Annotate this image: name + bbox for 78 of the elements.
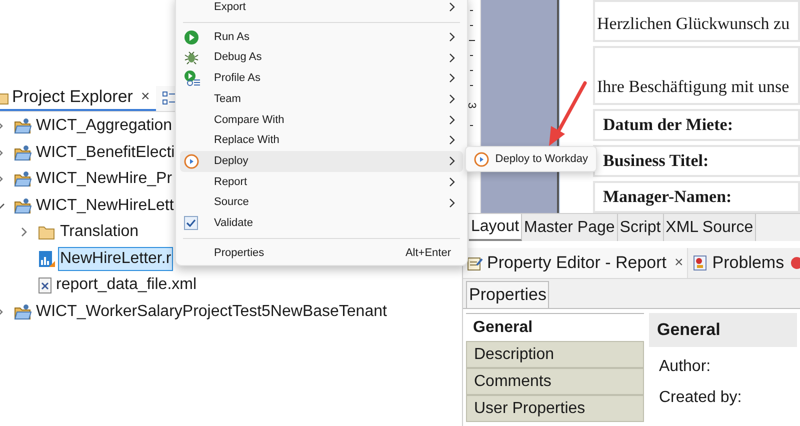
report-text: Ihre Beschäftigung mit unse — [597, 76, 790, 98]
menu-item[interactable]: Compare With — [180, 109, 463, 130]
tab-label: Problems — [712, 252, 784, 274]
menu-item[interactable]: Replace With — [180, 130, 463, 151]
tree-item[interactable]: WICT_NewHire_Pr — [34, 167, 174, 192]
editor-icon — [467, 256, 483, 270]
tab-label: Property Editor - Report — [487, 252, 667, 274]
editor-tab[interactable]: XML Source — [664, 214, 756, 241]
menu-item-label: Replace With — [214, 133, 280, 148]
editor-tab[interactable]: Script — [618, 214, 664, 241]
menu-item-label: Validate — [214, 216, 254, 231]
problems-icon — [692, 255, 708, 271]
field-label: Author: — [659, 357, 712, 377]
shortcut-label: Alt+Enter — [405, 246, 451, 261]
menu-item-label: Source — [214, 195, 250, 210]
close-button[interactable]: × — [674, 252, 684, 274]
folder-icon — [38, 224, 56, 240]
project-folder-icon — [14, 171, 32, 188]
editor-tab[interactable]: Master Page — [522, 214, 618, 241]
editor-tab[interactable]: Layout — [469, 214, 522, 241]
deploy-icon — [474, 152, 489, 166]
menu-item-label: Run As — [214, 30, 250, 45]
xml-file-icon — [38, 276, 52, 294]
menu-item-label: Deploy to Workday — [495, 152, 588, 167]
tree-item[interactable]: report_data_file.xml — [54, 273, 199, 298]
checkbox-icon — [184, 216, 198, 230]
category-item[interactable]: Description — [466, 341, 644, 368]
collapsed-chevron-icon[interactable] — [19, 227, 29, 238]
menu-item[interactable]: Debug As — [180, 47, 463, 68]
bug-icon — [184, 50, 199, 66]
project-folder-icon — [14, 198, 32, 214]
menu-item-label: Properties — [214, 246, 266, 261]
tree-item[interactable]: NewHireLetter.r — [58, 246, 174, 271]
menu-item-label: Export — [214, 0, 247, 16]
menu-item[interactable]: Run As — [180, 26, 463, 48]
menu-item[interactable]: Validate — [180, 212, 463, 234]
menu-item[interactable]: Deploy to Workday — [468, 149, 594, 169]
menu-item[interactable]: Team — [180, 88, 463, 110]
tree-item[interactable]: WICT_WorkerSalaryProjectTest5NewBaseTenant — [34, 300, 389, 324]
deploy-icon — [184, 154, 199, 169]
tree-item[interactable]: Translation — [58, 220, 141, 244]
menu-item[interactable]: Properties Alt+Enter — [180, 242, 463, 264]
menu-item-label: Report — [214, 174, 248, 190]
project-folder-icon — [14, 144, 32, 161]
project-folder-icon — [14, 118, 32, 134]
run-icon — [184, 30, 199, 45]
section-header: General — [649, 313, 797, 347]
report-file-icon — [38, 250, 56, 268]
menu-item[interactable]: Profile As — [180, 68, 463, 89]
tree-item[interactable]: WICT_BenefitElecti — [34, 140, 177, 165]
field-label: Created by: — [659, 388, 743, 408]
close-button[interactable]: × — [140, 86, 150, 108]
view-tab[interactable]: Property Editor - Report × — [463, 248, 688, 278]
menu-item-label: Deploy — [214, 154, 250, 169]
project-folder-icon — [14, 304, 32, 320]
menu-item-label: Compare With — [214, 112, 286, 128]
ruler-label: 3 — [466, 102, 477, 109]
properties-tab[interactable]: Properties — [466, 281, 550, 308]
tree-item[interactable]: WICT_Aggregation — [34, 114, 174, 138]
profile-icon — [184, 70, 201, 86]
project-explorer-tab[interactable]: Project Explorer × — [0, 85, 156, 111]
menu-item-label: Debug As — [214, 50, 263, 66]
menu-item[interactable]: Source — [180, 192, 463, 213]
tree-item[interactable]: WICT_NewHireLett — [34, 194, 176, 218]
error-icon — [790, 256, 800, 270]
category-item[interactable]: User Properties — [466, 395, 644, 422]
menu-item-label: Team — [214, 92, 242, 107]
tab-label: Project Explorer — [12, 86, 133, 108]
report-field-label: Datum der Miete: — [603, 114, 733, 136]
menu-item[interactable]: Export — [180, 0, 463, 18]
menu-item-label: Profile As — [214, 71, 262, 86]
report-text: Herzlichen Glückwunsch zu — [597, 12, 790, 35]
report-field-label: Business Titel: — [603, 150, 709, 172]
report-field-label: Manager-Namen: — [603, 186, 732, 208]
outline-view-icon[interactable] — [162, 91, 176, 106]
menu-item[interactable]: Report — [180, 172, 463, 192]
menu-item[interactable]: Deploy — [180, 150, 463, 172]
category-item[interactable]: Comments — [466, 368, 644, 395]
